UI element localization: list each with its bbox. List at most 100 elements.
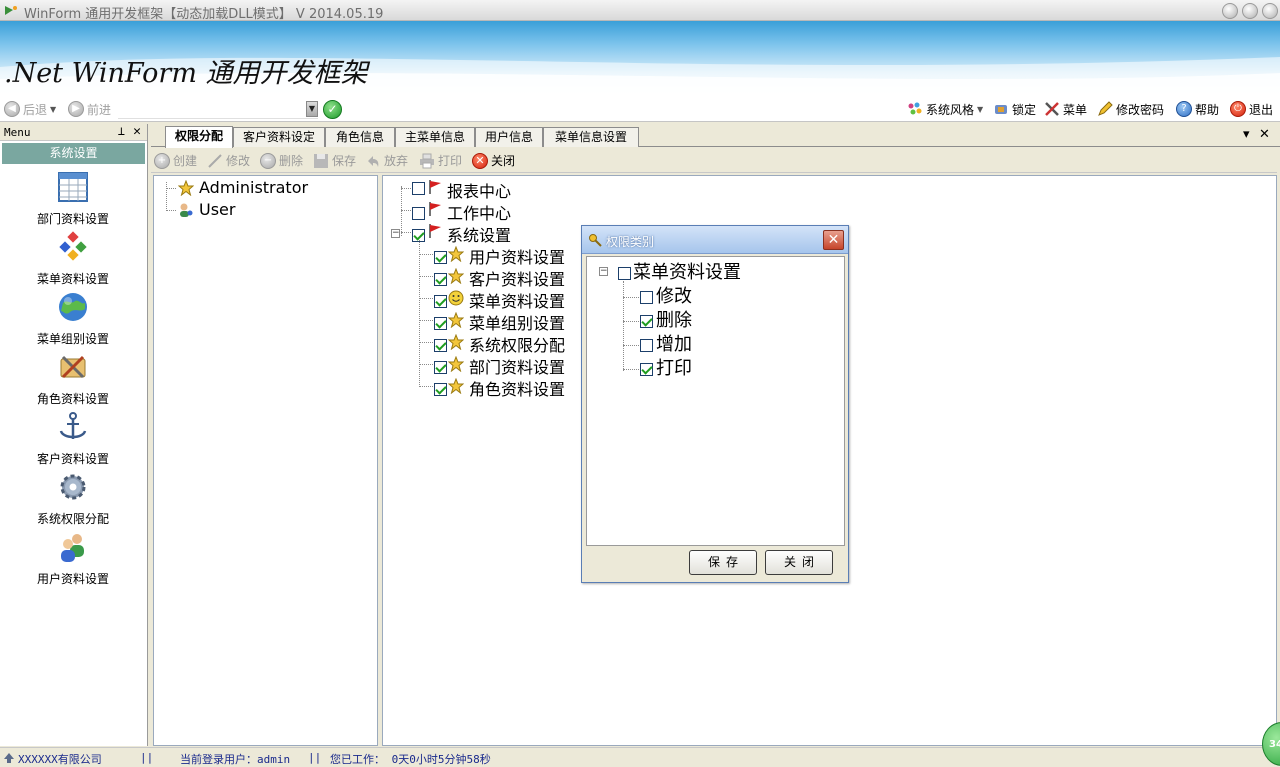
- star-icon: [448, 356, 464, 372]
- status-current-user: 当前登录用户：admin: [180, 753, 291, 766]
- edit-button[interactable]: 修改: [207, 152, 250, 169]
- gear-icon: [60, 474, 86, 500]
- permission-node-delete[interactable]: 删除: [656, 306, 692, 332]
- tab-list-dropdown-icon[interactable]: ▾: [1243, 127, 1250, 142]
- collapse-icon[interactable]: −: [391, 229, 400, 238]
- forward-arrow-icon: ▶: [68, 101, 84, 117]
- permission-node-root[interactable]: 菜单资料设置: [633, 258, 741, 284]
- address-dropdown-button[interactable]: ▼: [306, 101, 318, 117]
- permission-checkbox-add[interactable]: [640, 339, 653, 352]
- close-icon[interactable]: ✕: [133, 124, 141, 139]
- rights-node-menu-group[interactable]: 菜单组别设置: [469, 310, 565, 334]
- rights-checkbox-report-center[interactable]: [412, 182, 425, 195]
- forward-button[interactable]: ▶ 前进: [68, 100, 111, 118]
- menu-button[interactable]: 菜单: [1044, 100, 1087, 118]
- maximize-button[interactable]: [1242, 3, 1258, 19]
- tab-main-menu-info[interactable]: 主菜单信息: [395, 127, 475, 147]
- menu-item-customer[interactable]: 客户资料设置: [0, 411, 146, 467]
- help-button[interactable]: ? 帮助: [1176, 100, 1219, 118]
- close-window-button[interactable]: [1262, 3, 1278, 19]
- permission-checkbox-root[interactable]: [618, 267, 631, 280]
- rights-node-role-data[interactable]: 角色资料设置: [469, 376, 565, 400]
- menu-item-role[interactable]: 角色资料设置: [0, 351, 146, 407]
- permission-node-add[interactable]: 增加: [656, 330, 692, 356]
- minimize-button[interactable]: [1222, 3, 1238, 19]
- status-separator: ||: [308, 751, 322, 764]
- permission-node-print[interactable]: 打印: [656, 354, 692, 380]
- rights-node-customer-data[interactable]: 客户资料设置: [469, 266, 565, 290]
- change-password-button[interactable]: 修改密码: [1097, 100, 1164, 118]
- panel-splitter[interactable]: [148, 124, 151, 746]
- tab-customer-settings[interactable]: 客户资料设定: [233, 127, 325, 147]
- tree-line: [401, 186, 402, 236]
- dialog-save-button[interactable]: 保存: [689, 550, 757, 575]
- menu-item-menu-data[interactable]: 菜单资料设置: [0, 231, 146, 287]
- print-button[interactable]: 打印: [419, 152, 462, 169]
- discard-button[interactable]: 放弃: [365, 152, 408, 169]
- pencil-icon: [208, 153, 222, 168]
- permission-node-edit[interactable]: 修改: [656, 282, 692, 308]
- status-company: XXXXXX有限公司: [18, 753, 102, 766]
- rights-node-report-center[interactable]: 报表中心: [447, 178, 511, 202]
- rights-checkbox-role-data[interactable]: [434, 383, 447, 396]
- rights-node-menu-data[interactable]: 菜单资料设置: [469, 288, 565, 312]
- status-bar: XXXXXX有限公司 || 当前登录用户：admin || 您已工作： 0天0小…: [0, 747, 1280, 766]
- rights-checkbox-work-center[interactable]: [412, 207, 425, 220]
- rights-node-department-data[interactable]: 部门资料设置: [469, 354, 565, 378]
- tab-menu-info-settings[interactable]: 菜单信息设置: [543, 127, 639, 147]
- undo-icon: [368, 155, 379, 167]
- rights-checkbox-customer-data[interactable]: [434, 273, 447, 286]
- menu-item-permissions[interactable]: 系统权限分配: [0, 471, 146, 527]
- tab-permission-assign[interactable]: 权限分配: [165, 126, 233, 148]
- menu-item-label: 角色资料设置: [36, 392, 109, 406]
- rights-checkbox-system-permissions[interactable]: [434, 339, 447, 352]
- lock-button[interactable]: 锁定: [993, 100, 1036, 118]
- permission-checkbox-edit[interactable]: [640, 291, 653, 304]
- tree-line: [401, 210, 411, 211]
- power-icon: ⏻: [1230, 101, 1246, 117]
- tree-line: [623, 321, 639, 322]
- tab-role-info[interactable]: 角色信息: [325, 127, 395, 147]
- menu-group-header[interactable]: 系统设置: [2, 143, 145, 164]
- window-title: WinForm 通用开发框架【动态加载DLL模式】 V 2014.05.19: [24, 7, 384, 22]
- menu-item-user[interactable]: 用户资料设置: [0, 531, 146, 587]
- tab-user-info[interactable]: 用户信息: [475, 127, 543, 147]
- rights-node-system-settings[interactable]: 系统设置: [447, 222, 511, 246]
- dialog-close-action-button[interactable]: 关闭: [765, 550, 833, 575]
- role-user[interactable]: User: [199, 200, 235, 219]
- exit-button[interactable]: ⏻ 退出: [1230, 100, 1273, 118]
- pencil-icon: [1098, 101, 1113, 116]
- dialog-titlebar[interactable]: 权限类别 ✕: [582, 226, 848, 254]
- tree-line: [166, 188, 176, 189]
- tab-close-icon[interactable]: ✕: [1259, 127, 1270, 142]
- dialog-close-button[interactable]: ✕: [823, 230, 844, 250]
- go-button[interactable]: ✓: [323, 100, 342, 119]
- star-icon: [448, 312, 464, 328]
- role-administrator[interactable]: Administrator: [199, 178, 308, 197]
- create-button[interactable]: + 创建: [154, 152, 197, 169]
- back-button[interactable]: ◀ 后退 ▼: [4, 100, 56, 118]
- close-button[interactable]: ✕ 关闭: [472, 152, 515, 169]
- close-icon: ✕: [472, 152, 488, 169]
- rights-node-work-center[interactable]: 工作中心: [447, 200, 511, 224]
- menu-item-menu-group[interactable]: 菜单组别设置: [0, 291, 146, 347]
- action-toolbar: + 创建 修改 − 删除 保存 放弃 打印 ✕ 关闭: [151, 148, 1277, 173]
- printer-icon: [420, 153, 434, 168]
- rights-node-system-permissions[interactable]: 系统权限分配: [469, 332, 565, 356]
- rights-checkbox-user-data[interactable]: [434, 251, 447, 264]
- save-button[interactable]: 保存: [313, 152, 356, 169]
- rights-checkbox-menu-group[interactable]: [434, 317, 447, 330]
- rights-node-user-data[interactable]: 用户资料设置: [469, 244, 565, 268]
- theme-menu[interactable]: 系统风格 ▼: [907, 100, 983, 118]
- rights-checkbox-menu-data[interactable]: [434, 295, 447, 308]
- pin-icon[interactable]: ⊥: [118, 124, 125, 138]
- collapse-icon[interactable]: −: [599, 267, 608, 276]
- delete-button[interactable]: − 删除: [260, 152, 303, 169]
- star-icon: [178, 180, 194, 196]
- tree-line: [419, 276, 433, 277]
- permission-checkbox-delete[interactable]: [640, 315, 653, 328]
- permission-checkbox-print[interactable]: [640, 363, 653, 376]
- rights-checkbox-department-data[interactable]: [434, 361, 447, 374]
- menu-item-department[interactable]: 部门资料设置: [0, 171, 146, 227]
- address-input[interactable]: [118, 99, 318, 119]
